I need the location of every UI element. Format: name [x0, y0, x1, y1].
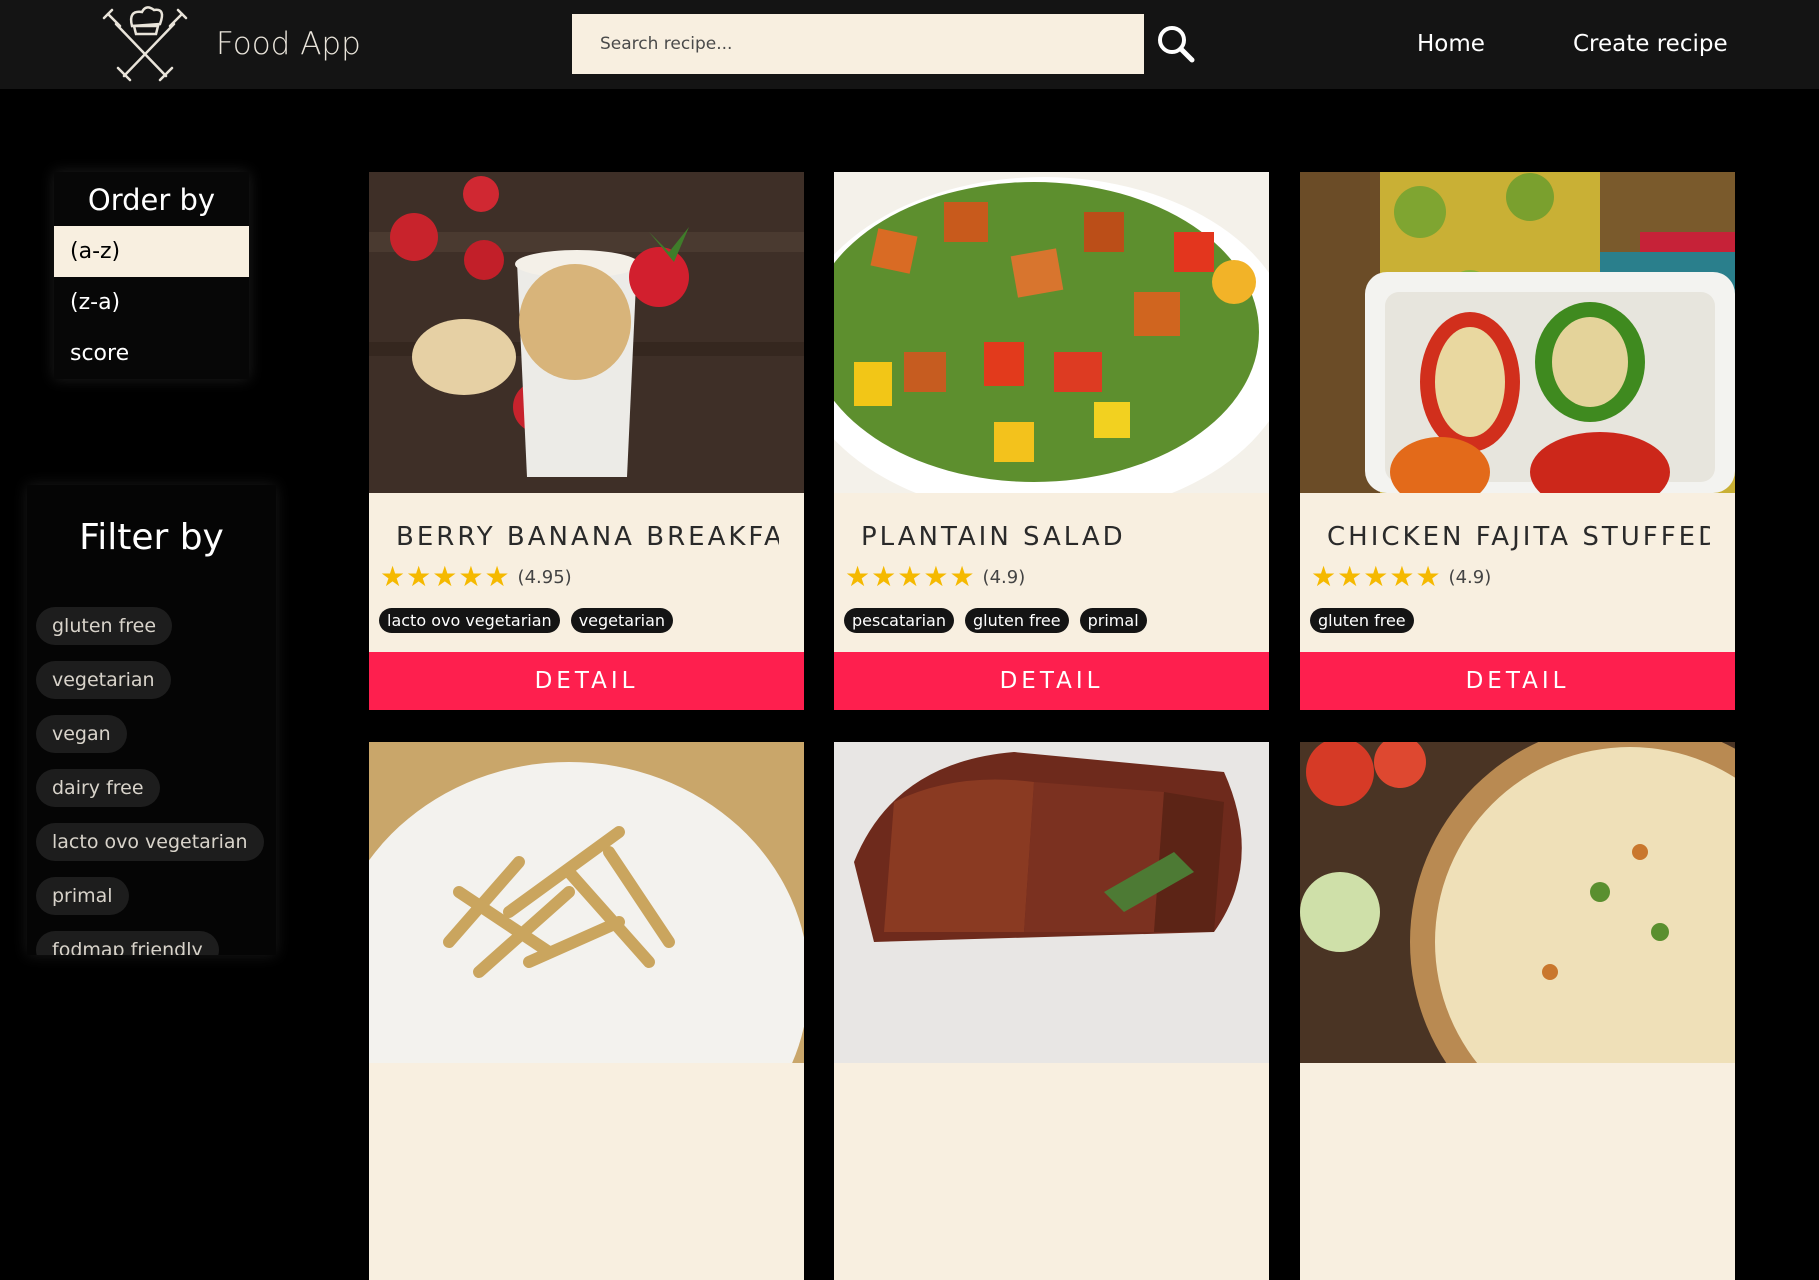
recipe-rating: ★ ★ ★ ★ ★ (4.9) — [1311, 560, 1491, 594]
recipe-score: (4.9) — [982, 566, 1026, 588]
nav-home-link[interactable]: Home — [1417, 28, 1485, 60]
recipe-tags: gluten free — [1310, 608, 1425, 633]
star-icon: ★ — [949, 560, 975, 593]
recipe-card — [1300, 742, 1735, 1280]
app-title[interactable]: Food App — [216, 24, 361, 64]
filter-by-title: Filter by — [79, 517, 224, 558]
filter-chip-vegetarian[interactable]: vegetarian — [36, 661, 171, 699]
star-icon: ★ — [406, 560, 432, 593]
star-icon: ★ — [1337, 560, 1363, 593]
filter-chip-dairy-free[interactable]: dairy free — [36, 769, 160, 807]
nav-create-recipe-link[interactable]: Create recipe — [1573, 28, 1728, 60]
star-icon: ★ — [432, 560, 458, 593]
star-icon: ★ — [845, 560, 871, 593]
recipe-tag: pescatarian — [844, 608, 954, 633]
star-icon: ★ — [1363, 560, 1389, 593]
filter-chip-lacto-ovo-vegetarian[interactable]: lacto ovo vegetarian — [36, 823, 264, 861]
recipe-tag: gluten free — [964, 608, 1069, 633]
star-icon: ★ — [1389, 560, 1415, 593]
top-navbar: Food App Home Create recipe — [0, 0, 1819, 89]
detail-button[interactable]: DETAIL — [834, 652, 1269, 710]
detail-button[interactable]: DETAIL — [1300, 652, 1735, 710]
recipe-title: CHICKEN FAJITA STUFFED BELL PEPPER — [1327, 522, 1710, 552]
search-icon[interactable] — [1154, 22, 1198, 66]
order-by-panel: Order by (a-z) (z-a) score — [54, 172, 249, 379]
bacon-meat-photo[interactable] — [834, 742, 1269, 1063]
recipe-title: PLANTAIN SALAD — [861, 522, 1126, 552]
order-by-title: Order by — [87, 183, 216, 217]
star-icon: ★ — [871, 560, 897, 593]
filter-chip-fodmap-friendly[interactable]: fodmap friendly — [36, 931, 219, 955]
star-icon: ★ — [484, 560, 510, 593]
recipe-rating: ★ ★ ★ ★ ★ (4.95) — [380, 560, 572, 594]
recipe-card: BERRY BANANA BREAKFAST SMOOTHIE ★ ★ ★ ★ … — [369, 172, 804, 710]
recipe-tags: lacto ovo vegetarian vegetarian — [379, 608, 684, 633]
filter-chip-vegan[interactable]: vegan — [36, 715, 127, 753]
star-icon: ★ — [380, 560, 406, 593]
recipe-tag: lacto ovo vegetarian — [379, 608, 560, 633]
star-icon: ★ — [923, 560, 949, 593]
recipe-title: BERRY BANANA BREAKFAST SMOOTHIE — [396, 522, 779, 552]
star-icon: ★ — [458, 560, 484, 593]
order-option-score[interactable]: score — [54, 328, 249, 379]
star-icon: ★ — [1311, 560, 1337, 593]
star-icon: ★ — [897, 560, 923, 593]
recipe-card — [369, 742, 804, 1280]
recipe-card: PLANTAIN SALAD ★ ★ ★ ★ ★ (4.9) pescatari… — [834, 172, 1269, 710]
recipe-card: CHICKEN FAJITA STUFFED BELL PEPPER ★ ★ ★… — [1300, 172, 1735, 710]
star-icon: ★ — [1415, 560, 1441, 593]
pizza-photo[interactable] — [1300, 742, 1735, 1063]
smoothie-photo[interactable] — [369, 172, 804, 493]
recipe-card — [834, 742, 1269, 1280]
stuffed-peppers-photo[interactable] — [1300, 172, 1735, 493]
filter-by-panel: Filter by gluten free vegetarian vegan d… — [27, 485, 276, 955]
order-option-z-a[interactable]: (z-a) — [54, 277, 249, 328]
recipe-tags: pescatarian gluten free primal — [844, 608, 1158, 633]
recipe-rating: ★ ★ ★ ★ ★ (4.9) — [845, 560, 1025, 594]
recipe-tag: primal — [1079, 608, 1147, 633]
recipe-tag: gluten free — [1310, 608, 1414, 633]
filter-chip-primal[interactable]: primal — [36, 877, 129, 915]
fries-photo[interactable] — [369, 742, 804, 1063]
salad-photo[interactable] — [834, 172, 1269, 493]
filter-chip-gluten-free[interactable]: gluten free — [36, 607, 173, 645]
detail-button[interactable]: DETAIL — [369, 652, 804, 710]
search-input[interactable] — [572, 14, 1144, 74]
chef-knives-logo-icon[interactable] — [98, 4, 192, 84]
recipe-score: (4.95) — [517, 566, 572, 588]
recipe-tag: vegetarian — [570, 608, 674, 633]
order-option-a-z[interactable]: (a-z) — [54, 226, 249, 277]
recipe-score: (4.9) — [1448, 566, 1492, 588]
